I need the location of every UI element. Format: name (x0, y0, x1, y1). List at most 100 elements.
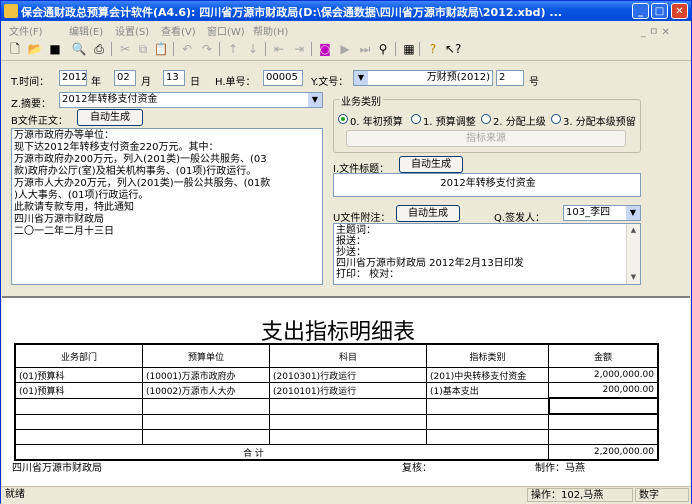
scroll-down-icon[interactable]: ▼ (627, 271, 640, 284)
signer-label: Q.签发人： (494, 213, 546, 224)
year-field[interactable]: 2012 (59, 70, 87, 86)
radio-allocate-reserve[interactable] (551, 114, 561, 124)
table-row[interactable]: (01)预算科 (10001)万源市政府办 (2010301)行政运行 (201… (14, 367, 659, 383)
cell[interactable] (426, 397, 549, 415)
print-preview-icon[interactable]: 🔍 (71, 41, 87, 57)
redo-icon[interactable]: ↷ (199, 41, 215, 57)
source-button[interactable]: 指标来源 (346, 130, 626, 147)
radio-label[interactable]: 3. 分配本级预留 (563, 113, 636, 128)
help-icon[interactable]: ? (425, 41, 441, 57)
cell[interactable] (548, 429, 659, 445)
table-row[interactable] (14, 413, 659, 430)
menu-help[interactable]: 帮助(H) (253, 23, 288, 38)
save-icon[interactable]: ■ (47, 41, 63, 57)
next-icon[interactable]: ▶ (337, 41, 353, 57)
calculator-icon[interactable]: ▦ (401, 41, 417, 57)
mdi-controls[interactable]: _ ㅁ ✕ (641, 23, 670, 38)
up-icon[interactable]: ↑ (225, 41, 241, 57)
cell[interactable] (142, 397, 270, 415)
chevron-down-icon[interactable]: ▼ (308, 93, 322, 107)
cell[interactable] (269, 397, 427, 415)
cell[interactable] (548, 413, 659, 430)
file-title-auto-gen-button[interactable]: 自动生成 (399, 156, 463, 173)
first-icon[interactable]: ⇤ (271, 41, 287, 57)
cell[interactable] (269, 413, 427, 430)
menu-file[interactable]: 文件(F) (9, 23, 43, 38)
radio-allocate-upper[interactable] (481, 114, 491, 124)
cell[interactable]: (10002)万源市人大办 (142, 382, 270, 399)
last-icon[interactable]: ⇥ (291, 41, 307, 57)
cell[interactable]: (01)预算科 (14, 367, 143, 383)
selected-cell[interactable] (547, 397, 659, 415)
table-row[interactable]: (01)预算科 (10002)万源市人大办 (2010101)行政运行 (1)基… (14, 382, 659, 399)
summary-field[interactable]: 2012年转移支付资金 ▼ (59, 92, 323, 108)
body-line: 万源市政府办200万元，列入(201类)一般公共服务、(03 (14, 154, 267, 165)
month-field[interactable]: 02 (114, 70, 136, 86)
cell[interactable] (426, 429, 549, 445)
wenhao-prefix-field[interactable]: ▼ 万财预(2012) (353, 70, 493, 86)
appendix-auto-gen-button[interactable]: 自动生成 (396, 205, 460, 222)
cell[interactable] (14, 397, 143, 415)
toolbar-separator (219, 42, 220, 56)
cell[interactable]: (201)中央转移支付资金 (426, 367, 549, 383)
status-operator: 操作：102,马燕 (527, 488, 633, 502)
cell[interactable]: (1)基本支出 (426, 382, 549, 399)
wenhao-no-field[interactable]: 2 (496, 70, 524, 86)
radio-label[interactable]: 2. 分配上级 (493, 113, 546, 128)
close-button[interactable]: ✕ (671, 3, 688, 19)
new-icon[interactable]: 🗋 (7, 41, 23, 57)
file-title-field[interactable]: 2012年转移支付资金 (333, 173, 641, 197)
down-icon[interactable]: ↓ (245, 41, 261, 57)
appendix-line: 打印： 校对： (336, 269, 400, 280)
maximize-button[interactable]: □ (651, 3, 668, 19)
scroll-up-icon[interactable]: ▲ (627, 224, 640, 237)
body-textarea[interactable]: 万源市政府办等单位： 现下达2012年转移支付资金220万元。其中： 万源市政府… (11, 128, 323, 285)
cut-icon[interactable]: ✂ (117, 41, 133, 57)
end-icon[interactable]: ⏭ (357, 41, 373, 57)
chevron-down-icon[interactable]: ▼ (626, 206, 640, 220)
day-field[interactable]: 13 (163, 70, 185, 86)
report-area: 支出指标明细表 业务部门 预算单位 科目 指标类别 金额 (01)预算科 (10… (2, 296, 690, 486)
menu-bar: 文件(F) 编辑(E) 设置(S) 查看(V) 窗口(W) 帮助(H) _ ㅁ … (1, 21, 691, 38)
appendix-textarea[interactable]: 主题词： 报送： 抄送： 四川省万源市财政局 2012年2月13日印发 打印： … (333, 223, 641, 285)
paste-icon[interactable]: 📋 (153, 41, 169, 57)
appendix-line: 主题词： (336, 225, 376, 236)
record-icon[interactable]: ◙ (317, 41, 333, 57)
radio-budget-adjust[interactable] (411, 114, 421, 124)
undo-icon[interactable]: ↶ (179, 41, 195, 57)
chevron-down-icon[interactable]: ▼ (354, 71, 368, 85)
cell[interactable] (426, 413, 549, 430)
copy-icon[interactable]: ⧉ (135, 41, 151, 57)
cell[interactable] (14, 413, 143, 430)
doc-no-field[interactable]: 00005 (263, 70, 303, 86)
cell[interactable] (142, 429, 270, 445)
radio-annual-budget[interactable] (338, 114, 348, 124)
menu-edit[interactable]: 编辑(E) (69, 23, 103, 38)
cell[interactable] (269, 429, 427, 445)
whats-this-icon[interactable]: ↖? (445, 41, 461, 57)
table-row[interactable] (14, 429, 659, 445)
body-auto-gen-button[interactable]: 自动生成 (77, 109, 143, 126)
cell[interactable]: 200,000.00 (548, 382, 659, 399)
print-icon[interactable]: ⎙ (91, 41, 107, 57)
toolbar-separator (311, 42, 312, 56)
cell[interactable]: (2010101)行政运行 (269, 382, 427, 399)
radio-label[interactable]: 1. 预算调整 (423, 113, 476, 128)
signer-field[interactable]: 103_李四 ▼ (563, 205, 641, 221)
open-icon[interactable]: 📂 (27, 41, 43, 57)
cell[interactable] (14, 429, 143, 445)
menu-view[interactable]: 查看(V) (161, 23, 196, 38)
minimize-button[interactable]: _ (632, 3, 649, 19)
body-label: B文件正文： (11, 116, 68, 127)
cell[interactable]: 2,000,000.00 (548, 367, 659, 383)
menu-window[interactable]: 窗口(W) (207, 23, 245, 38)
cell[interactable]: (10001)万源市政府办 (142, 367, 270, 383)
menu-settings[interactable]: 设置(S) (115, 23, 149, 38)
table-row[interactable] (14, 397, 659, 415)
radio-label[interactable]: 0. 年初预算 (350, 113, 403, 128)
appendix-scrollbar[interactable]: ▲ ▼ (626, 224, 640, 284)
cell[interactable]: (01)预算科 (14, 382, 143, 399)
cell[interactable]: (2010301)行政运行 (269, 367, 427, 383)
binoculars-icon[interactable]: ⚲ (375, 41, 391, 57)
cell[interactable] (142, 413, 270, 430)
